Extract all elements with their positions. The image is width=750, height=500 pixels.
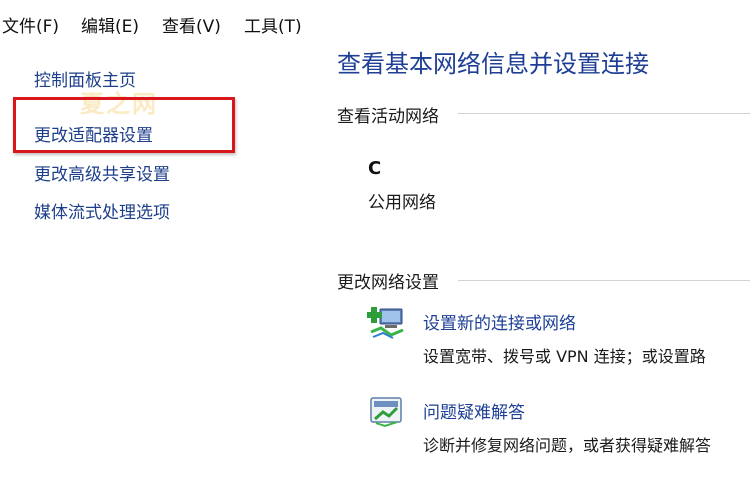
troubleshoot-link[interactable]: 问题疑难解答: [423, 398, 525, 423]
setup-new-connection-link[interactable]: 设置新的连接或网络: [423, 309, 576, 334]
page-title: 查看基本网络信息并设置连接: [337, 50, 649, 78]
menu-file[interactable]: 文件(F): [2, 12, 59, 37]
menu-bar: 文件(F) 编辑(E) 查看(V) 工具(T): [0, 0, 750, 44]
menu-view[interactable]: 查看(V): [162, 12, 221, 37]
network-type: 公用网络: [368, 193, 436, 213]
section-divider: [458, 280, 750, 281]
network-name: C: [368, 158, 382, 179]
highlight-annotation-box: [13, 97, 235, 153]
menu-tools[interactable]: 工具(T): [244, 12, 302, 37]
active-networks-heading: 查看活动网络: [337, 107, 439, 127]
sidebar-item-advanced-sharing-settings[interactable]: 更改高级共享设置: [34, 160, 170, 185]
troubleshoot-icon: [367, 395, 407, 429]
section-divider: [458, 113, 750, 114]
troubleshoot-description: 诊断并修复网络问题，或者获得疑难解答: [423, 436, 712, 455]
new-connection-icon: [366, 305, 407, 339]
change-network-settings-heading: 更改网络设置: [337, 273, 439, 293]
setup-new-connection-description: 设置宽带、拨号或 VPN 连接；或设置路: [423, 347, 706, 366]
sidebar-item-media-streaming-options[interactable]: 媒体流式处理选项: [34, 198, 170, 223]
menu-edit[interactable]: 编辑(E): [81, 12, 139, 37]
